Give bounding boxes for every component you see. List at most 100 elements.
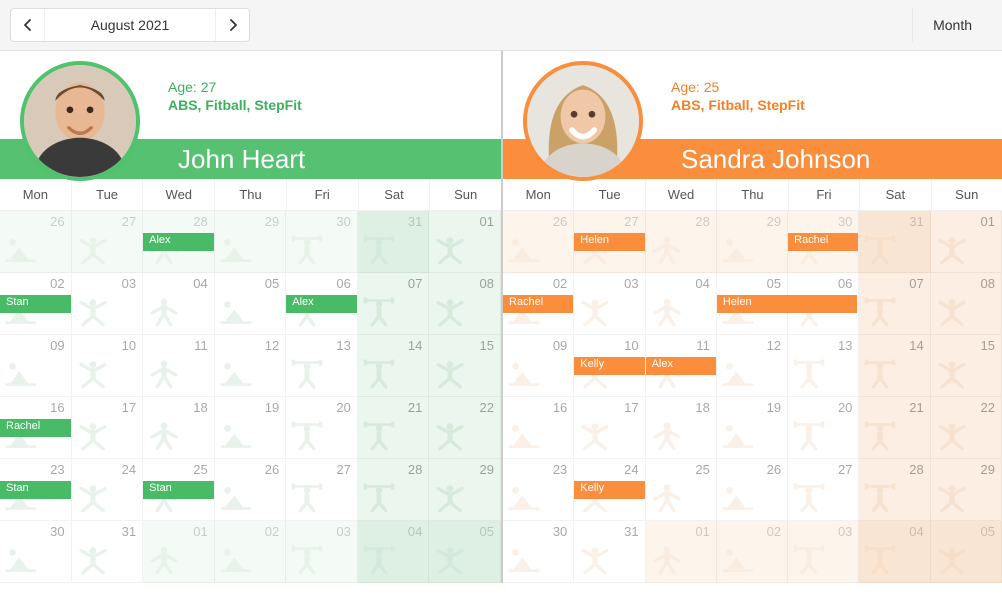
appointment[interactable]: Rachel: [0, 419, 71, 437]
calendar-cell[interactable]: 11: [143, 335, 215, 397]
calendar-cell[interactable]: 22: [429, 397, 501, 459]
month-label[interactable]: August 2021: [45, 17, 215, 33]
calendar-cell[interactable]: 29: [717, 211, 788, 273]
appointment[interactable]: Alex: [646, 357, 716, 375]
calendar-cell[interactable]: 02: [215, 521, 287, 583]
calendar-cell[interactable]: 27: [788, 459, 859, 521]
calendar-cell[interactable]: 03: [788, 521, 859, 583]
calendar-cell[interactable]: 26: [215, 459, 287, 521]
calendar-cell[interactable]: 01: [646, 521, 717, 583]
calendar-cell[interactable]: 21: [859, 397, 930, 459]
calendar-cell[interactable]: 08: [429, 273, 501, 335]
calendar-cell[interactable]: 17: [72, 397, 144, 459]
appointment[interactable]: Rachel: [788, 233, 858, 251]
calendar-cell[interactable]: 05: [429, 521, 501, 583]
calendar-cell[interactable]: 18: [646, 397, 717, 459]
calendar-cell[interactable]: 31: [574, 521, 645, 583]
calendar-cell[interactable]: 16Rachel: [0, 397, 72, 459]
calendar-cell[interactable]: 02Stan: [0, 273, 72, 335]
appointment[interactable]: Rachel: [503, 295, 573, 313]
calendar-cell[interactable]: 29: [215, 211, 287, 273]
calendar-cell[interactable]: 26: [0, 211, 72, 273]
calendar-cell[interactable]: 30: [0, 521, 72, 583]
calendar-cell[interactable]: 01: [931, 211, 1002, 273]
calendar-cell[interactable]: 24: [72, 459, 144, 521]
calendar-cell[interactable]: 27: [286, 459, 358, 521]
calendar-cell[interactable]: 19: [215, 397, 287, 459]
calendar-cell[interactable]: 25: [646, 459, 717, 521]
calendar-cell[interactable]: 21: [358, 397, 430, 459]
calendar-cell[interactable]: 01: [143, 521, 215, 583]
calendar-cell[interactable]: 28: [646, 211, 717, 273]
calendar-cell[interactable]: 30: [503, 521, 574, 583]
appointment[interactable]: Helen: [717, 295, 858, 313]
calendar-cell[interactable]: 23Stan: [0, 459, 72, 521]
calendar-cell[interactable]: 11Alex: [646, 335, 717, 397]
appointment[interactable]: Alex: [143, 233, 214, 251]
calendar-cell[interactable]: 01: [429, 211, 501, 273]
calendar-cell[interactable]: 07: [859, 273, 930, 335]
calendar-cell[interactable]: 18: [143, 397, 215, 459]
view-switcher-month[interactable]: Month: [912, 8, 992, 42]
calendar-cell[interactable]: 30: [286, 211, 358, 273]
calendar-cell[interactable]: 12: [717, 335, 788, 397]
appointment[interactable]: Stan: [0, 295, 71, 313]
calendar-cell[interactable]: 04: [646, 273, 717, 335]
calendar-cell[interactable]: 14: [358, 335, 430, 397]
calendar-cell[interactable]: 04: [143, 273, 215, 335]
calendar-cell[interactable]: 27Helen: [574, 211, 645, 273]
calendar-cell[interactable]: 07: [358, 273, 430, 335]
calendar-cell[interactable]: 14: [859, 335, 930, 397]
calendar-cell[interactable]: 31: [72, 521, 144, 583]
appointment[interactable]: Helen: [574, 233, 644, 251]
calendar-cell[interactable]: 31: [358, 211, 430, 273]
calendar-cell[interactable]: 25Stan: [143, 459, 215, 521]
calendar-cell[interactable]: 13: [286, 335, 358, 397]
calendar-cell[interactable]: 03: [574, 273, 645, 335]
calendar-cell[interactable]: 15: [429, 335, 501, 397]
calendar-cell[interactable]: 09: [0, 335, 72, 397]
calendar-cell[interactable]: 08: [931, 273, 1002, 335]
calendar-cell[interactable]: 02Rachel: [503, 273, 574, 335]
calendar-cell[interactable]: 31: [859, 211, 930, 273]
calendar-cell[interactable]: 28: [358, 459, 430, 521]
appointment[interactable]: Kelly: [574, 357, 644, 375]
calendar-cell[interactable]: 19: [717, 397, 788, 459]
appointment[interactable]: Alex: [286, 295, 357, 313]
calendar-cell[interactable]: 03: [72, 273, 144, 335]
calendar-cell[interactable]: 20: [788, 397, 859, 459]
calendar-cell[interactable]: 15: [931, 335, 1002, 397]
calendar-cell[interactable]: 27: [72, 211, 144, 273]
calendar-cell[interactable]: 04: [358, 521, 430, 583]
prev-month-button[interactable]: [11, 9, 45, 41]
calendar-cell[interactable]: 29: [931, 459, 1002, 521]
calendar-cell[interactable]: 06Alex: [286, 273, 358, 335]
appointment[interactable]: Kelly: [574, 481, 644, 499]
calendar-cell[interactable]: 17: [574, 397, 645, 459]
calendar-cell[interactable]: 09: [503, 335, 574, 397]
calendar-cell[interactable]: 12: [215, 335, 287, 397]
calendar-cell[interactable]: 05: [215, 273, 287, 335]
calendar-cell[interactable]: 28Alex: [143, 211, 215, 273]
calendar-cell[interactable]: 02: [717, 521, 788, 583]
calendar-cell[interactable]: 05: [931, 521, 1002, 583]
calendar-cell[interactable]: 26: [717, 459, 788, 521]
calendar-cell[interactable]: 05Helen: [717, 273, 788, 335]
next-month-button[interactable]: [215, 9, 249, 41]
calendar-cell[interactable]: 04: [859, 521, 930, 583]
appointment[interactable]: Stan: [143, 481, 214, 499]
calendar-cell[interactable]: 30Rachel: [788, 211, 859, 273]
calendar-cell[interactable]: 28: [859, 459, 930, 521]
calendar-cell[interactable]: 20: [286, 397, 358, 459]
calendar-cell[interactable]: 29: [429, 459, 501, 521]
calendar-cell[interactable]: 10: [72, 335, 144, 397]
calendar-cell[interactable]: 13: [788, 335, 859, 397]
calendar-cell[interactable]: 26: [503, 211, 574, 273]
calendar-cell[interactable]: 24Kelly: [574, 459, 645, 521]
calendar-cell[interactable]: 03: [286, 521, 358, 583]
calendar-cell[interactable]: 10Kelly: [574, 335, 645, 397]
calendar-cell[interactable]: 16: [503, 397, 574, 459]
calendar-cell[interactable]: 23: [503, 459, 574, 521]
appointment[interactable]: Stan: [0, 481, 71, 499]
calendar-cell[interactable]: 22: [931, 397, 1002, 459]
